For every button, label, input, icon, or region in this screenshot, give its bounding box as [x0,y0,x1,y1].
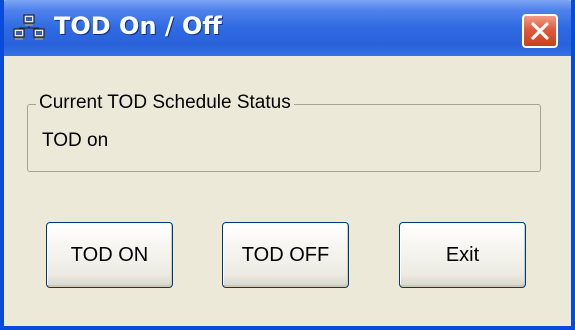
tod-off-button[interactable]: TOD OFF [222,222,349,288]
dialog-window: TOD On / Off Current TOD Schedule Status… [0,0,575,330]
network-computers-icon [12,14,46,44]
exit-button[interactable]: Exit [399,222,526,288]
window-title: TOD On / Off [54,12,222,40]
close-icon [531,22,549,40]
status-group-legend: Current TOD Schedule Status [36,92,294,114]
tod-on-button[interactable]: TOD ON [46,222,173,288]
title-bar[interactable]: TOD On / Off [4,0,571,56]
status-value: TOD on [42,130,109,151]
close-button[interactable] [522,14,558,48]
